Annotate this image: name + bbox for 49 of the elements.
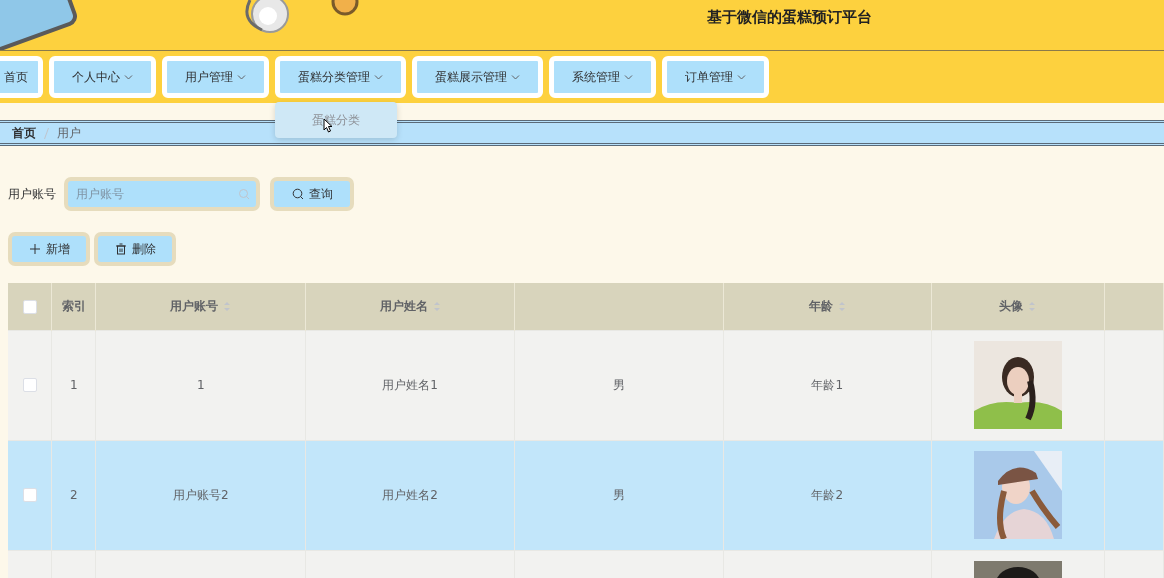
chevron-down-icon <box>374 73 383 81</box>
chevron-down-icon <box>737 73 746 81</box>
sort-icon <box>223 300 232 312</box>
table-cell: 2 <box>70 488 78 502</box>
nav-item[interactable]: 首页 <box>0 56 43 98</box>
chevron-down-icon <box>624 73 633 81</box>
column-header: 头像 <box>931 283 1104 330</box>
breadcrumb-item[interactable]: 首页 <box>12 124 36 142</box>
sort-icon <box>432 300 441 312</box>
nav-item[interactable]: 用户管理 <box>162 56 269 98</box>
table-cell: 用户账号2 <box>172 487 229 502</box>
table-cell: 年龄2 <box>811 487 844 502</box>
sort-icon <box>1028 300 1037 312</box>
search-label: 用户账号 <box>8 185 56 203</box>
search-icon <box>291 188 304 200</box>
table-row[interactable]: 1 1 用户姓名1 男 年龄1 <box>8 330 1164 440</box>
checkbox[interactable] <box>22 488 37 503</box>
plus-icon <box>28 243 41 255</box>
sort-icon <box>837 300 846 312</box>
chevron-down-icon <box>237 73 246 81</box>
chevron-down-icon <box>124 73 133 81</box>
chevron-down-icon <box>511 73 520 81</box>
add-button[interactable]: 新增 <box>8 232 90 266</box>
table-cell: 年龄1 <box>811 377 844 392</box>
table-cell: 用户姓名2 <box>382 487 438 502</box>
trash-icon <box>114 243 127 255</box>
table-cell: 1 <box>70 378 78 392</box>
nav-item[interactable]: 个人中心 <box>49 56 156 98</box>
delete-button[interactable]: 删除 <box>94 232 176 266</box>
column-header: 用户姓名 <box>305 283 515 330</box>
search-field[interactable]: 用户账号 <box>64 177 260 211</box>
search-icon <box>238 188 250 200</box>
nav-item[interactable]: 订单管理 <box>662 56 769 98</box>
app-title: 基于微信的蛋糕预订平台 <box>707 7 872 27</box>
table-cell: 1 <box>196 378 205 392</box>
table-cell: 用户姓名1 <box>382 377 438 392</box>
nav-item[interactable]: 蛋糕分类管理 <box>275 56 406 98</box>
column-header: 索引 <box>51 283 96 330</box>
nav-item[interactable]: 蛋糕展示管理 <box>412 56 543 98</box>
checkbox[interactable] <box>22 299 37 314</box>
checkbox[interactable] <box>22 378 37 393</box>
table-cell: 男 <box>612 377 625 392</box>
breadcrumb-item: 用户 <box>57 124 81 142</box>
nav-item[interactable]: 系统管理 <box>549 56 656 98</box>
table-cell: 男 <box>612 487 625 502</box>
table-row[interactable]: 2 用户账号2 用户姓名2 男 年龄2 <box>8 440 1164 550</box>
column-header: 用户账号 <box>95 283 306 330</box>
search-button[interactable]: 查询 <box>270 177 354 211</box>
column-header: 年龄 <box>723 283 932 330</box>
